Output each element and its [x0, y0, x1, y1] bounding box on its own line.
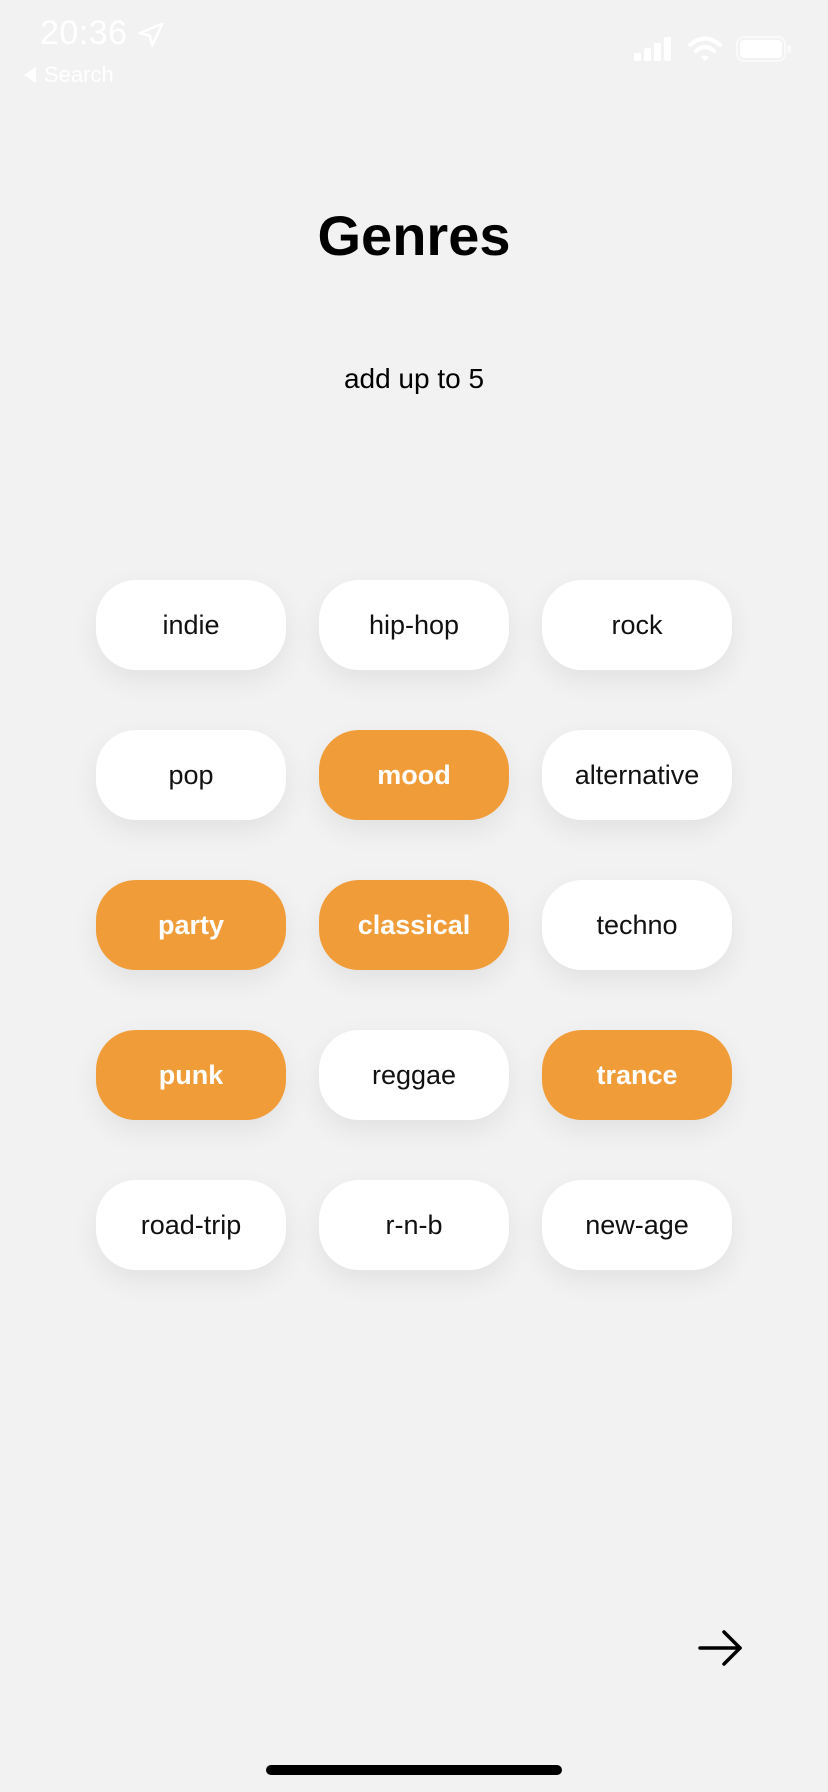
cellular-signal-icon: [634, 37, 671, 61]
arrow-right-icon: [698, 1630, 742, 1666]
back-to-search-button[interactable]: Search: [24, 62, 114, 88]
page-title: Genres: [317, 204, 511, 267]
genre-chip[interactable]: reggae: [319, 1030, 509, 1120]
status-indicators: [634, 36, 792, 62]
genre-chip[interactable]: hip-hop: [319, 580, 509, 670]
genre-chip-selected[interactable]: mood: [319, 730, 509, 820]
status-time: 20:36: [40, 14, 128, 52]
back-triangle-icon: [24, 67, 36, 83]
back-label: Search: [44, 62, 114, 87]
genre-chip[interactable]: indie: [96, 580, 286, 670]
genre-grid: indie hip-hop rock pop mood alternative …: [96, 580, 732, 1270]
genre-chip[interactable]: rock: [542, 580, 732, 670]
genre-chip[interactable]: new-age: [542, 1180, 732, 1270]
genre-chip-selected[interactable]: classical: [319, 880, 509, 970]
genre-chip[interactable]: r-n-b: [319, 1180, 509, 1270]
location-arrow-icon: [138, 22, 164, 47]
wifi-icon: [688, 36, 722, 61]
genre-chip-selected[interactable]: punk: [96, 1030, 286, 1120]
next-arrow-button[interactable]: [696, 1626, 746, 1670]
selection-limit-text: add up to 5: [343, 363, 485, 394]
battery-icon: [736, 36, 791, 62]
genre-chip[interactable]: road-trip: [96, 1180, 286, 1270]
genre-chip[interactable]: alternative: [542, 730, 732, 820]
genre-chip[interactable]: techno: [542, 880, 732, 970]
genre-chip[interactable]: pop: [96, 730, 286, 820]
genre-chip-selected[interactable]: party: [96, 880, 286, 970]
home-indicator: [266, 1765, 562, 1775]
genre-chip-selected[interactable]: trance: [542, 1030, 732, 1120]
status-bar: 20:36 Search: [0, 0, 828, 100]
